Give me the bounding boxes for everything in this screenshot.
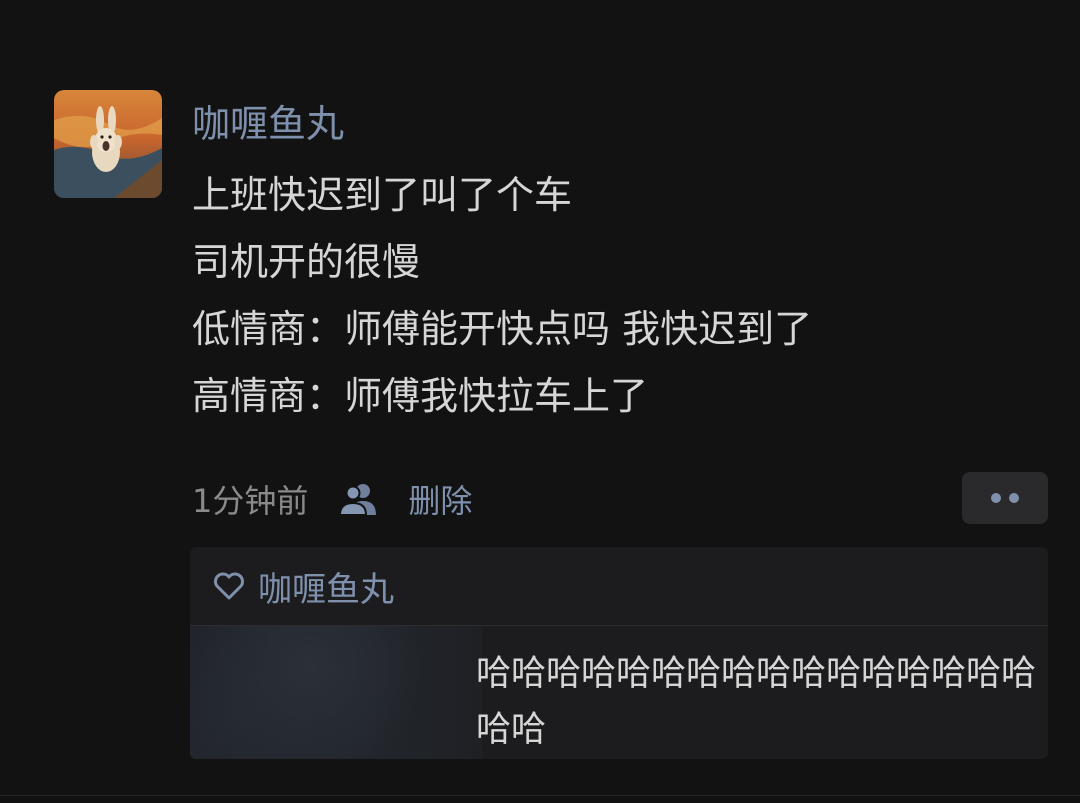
likes-row: 咖喱鱼丸	[190, 547, 1048, 626]
more-dots-icon	[991, 493, 1001, 503]
heart-icon	[212, 571, 246, 601]
delete-button[interactable]: 删除	[408, 476, 472, 522]
like-user-name[interactable]: 咖喱鱼丸	[258, 562, 394, 611]
post-text-line: 高情商：师傅我快拉车上了	[192, 374, 649, 418]
avatar[interactable]	[54, 90, 162, 198]
author-name[interactable]: 咖喱鱼丸	[192, 98, 344, 150]
blurred-commenter-name	[190, 626, 482, 759]
rabbit-scream-painting-avatar	[54, 90, 162, 198]
comment-text: 哈哈哈哈哈哈哈哈哈哈哈哈哈哈哈哈哈哈	[476, 654, 1037, 750]
people-icon[interactable]	[338, 481, 380, 517]
more-dots-icon	[1009, 493, 1019, 503]
more-button[interactable]	[962, 472, 1048, 524]
comment-row[interactable]: 哈哈哈哈哈哈哈哈哈哈哈哈哈哈哈哈哈哈	[190, 626, 1048, 759]
timestamp: 1分钟前	[192, 482, 309, 520]
post-text-line: 低情商：师傅能开快点吗 我快迟到了	[192, 307, 813, 351]
post-text-line: 上班快迟到了叫了个车	[192, 173, 573, 217]
post-text-line: 司机开的很慢	[192, 240, 421, 284]
divider	[0, 795, 1080, 796]
post-meta: 1分钟前 删除	[192, 475, 472, 523]
post-body: 上班快迟到了叫了个车 司机开的很慢 低情商：师傅能开快点吗 我快迟到了 高情商：…	[192, 162, 1052, 430]
interaction-panel: 咖喱鱼丸 哈哈哈哈哈哈哈哈哈哈哈哈哈哈哈哈哈哈	[190, 547, 1048, 759]
